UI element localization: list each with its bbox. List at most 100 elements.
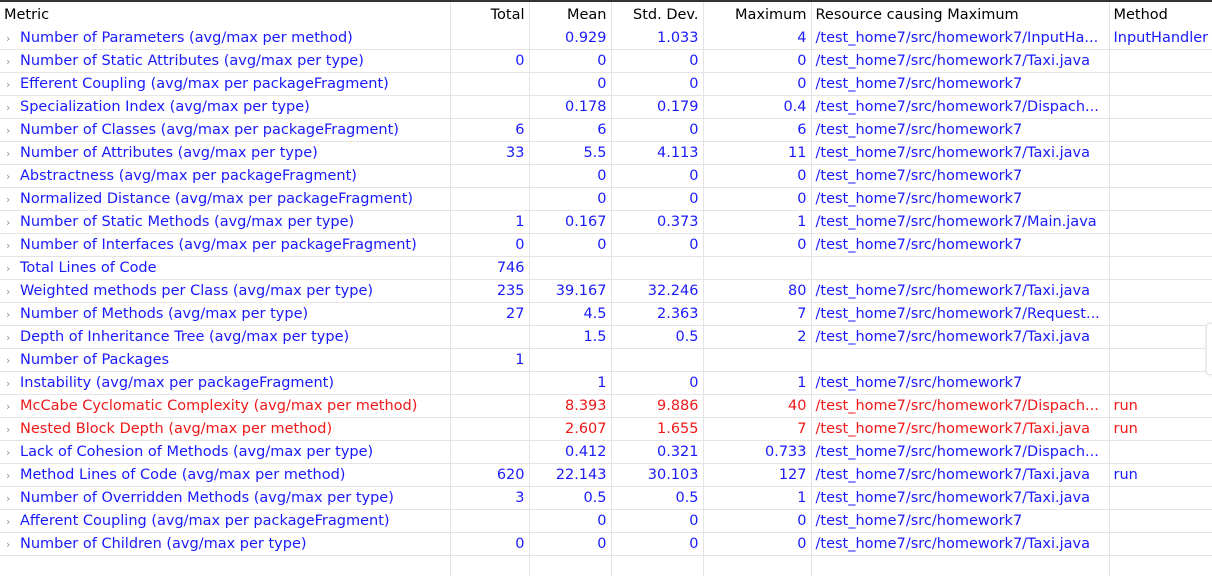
table-row[interactable]: ›Lack of Cohesion of Methods (avg/max pe… — [0, 441, 1212, 464]
chevron-right-icon[interactable]: › — [6, 377, 20, 390]
chevron-right-icon[interactable]: › — [6, 193, 20, 206]
metric-cell-text: Number of Parameters (avg/max per method… — [20, 30, 353, 46]
col-header-total[interactable]: Total — [450, 2, 529, 27]
metric-cell-text: Normalized Distance (avg/max per package… — [20, 191, 413, 207]
total-cell — [450, 165, 529, 188]
total-cell — [450, 395, 529, 418]
resource-cell-text: /test_home7/src/homework7/Taxi.java — [816, 536, 1091, 552]
chevron-right-icon[interactable]: › — [6, 469, 20, 482]
total-cell: 0 — [450, 50, 529, 73]
chevron-right-icon[interactable]: › — [6, 101, 20, 114]
table-row[interactable]: ›Number of Attributes (avg/max per type)… — [0, 142, 1212, 165]
chevron-right-icon[interactable]: › — [6, 170, 20, 183]
col-header-metric[interactable]: Metric — [0, 2, 450, 27]
mean-cell-text: 22.143 — [556, 467, 607, 483]
total-cell — [450, 418, 529, 441]
chevron-right-icon[interactable]: › — [6, 308, 20, 321]
table-row[interactable]: ›Number of Static Attributes (avg/max pe… — [0, 50, 1212, 73]
maximum-cell: 0 — [703, 533, 811, 556]
table-row[interactable]: ›Total Lines of Code746 — [0, 257, 1212, 280]
table-row[interactable]: ›Weighted methods per Class (avg/max per… — [0, 280, 1212, 303]
table-row[interactable]: ›Depth of Inheritance Tree (avg/max per … — [0, 326, 1212, 349]
total-cell-text: 27 — [506, 306, 524, 322]
table-row[interactable]: ›Number of Packages1 — [0, 349, 1212, 372]
metric-cell-text: Nested Block Depth (avg/max per method) — [20, 421, 332, 437]
table-row[interactable]: ›Nested Block Depth (avg/max per method)… — [0, 418, 1212, 441]
resource-cell: /test_home7/src/homework7 — [811, 119, 1109, 142]
header-row: Metric Total Mean Std. Dev. Maximum Reso… — [0, 2, 1212, 27]
chevron-right-icon[interactable]: › — [6, 32, 20, 45]
table-row[interactable]: ›Number of Interfaces (avg/max per packa… — [0, 234, 1212, 257]
total-cell — [450, 510, 529, 533]
chevron-right-icon[interactable]: › — [6, 147, 20, 160]
chevron-right-icon[interactable]: › — [6, 446, 20, 459]
chevron-right-icon[interactable]: › — [6, 78, 20, 91]
chevron-right-icon[interactable]: › — [6, 492, 20, 505]
std-dev-cell: 4.113 — [611, 142, 703, 165]
maximum-cell: 0 — [703, 50, 811, 73]
method-cell — [1109, 188, 1212, 211]
metric-cell: ›Depth of Inheritance Tree (avg/max per … — [0, 326, 450, 349]
mean-cell-text: 39.167 — [556, 283, 607, 299]
resource-cell-text: /test_home7/src/homework7/Taxi.java — [816, 467, 1091, 483]
empty-cell — [450, 556, 529, 576]
chevron-right-icon[interactable]: › — [6, 239, 20, 252]
chevron-right-icon[interactable]: › — [6, 331, 20, 344]
mean-cell-text: 0.412 — [565, 444, 607, 460]
metric-cell: ›Efferent Coupling (avg/max per packageF… — [0, 73, 450, 96]
resource-cell-text: /test_home7/src/homework7/Taxi.java — [816, 421, 1091, 437]
chevron-right-icon[interactable]: › — [6, 538, 20, 551]
table-row[interactable]: ›Afferent Coupling (avg/max per packageF… — [0, 510, 1212, 533]
metric-cell-text: Afferent Coupling (avg/max per packageFr… — [20, 513, 390, 529]
resource-cell: /test_home7/src/homework7/Taxi.java — [811, 142, 1109, 165]
mean-cell: 0 — [529, 234, 611, 257]
mean-cell-text: 6 — [597, 122, 606, 138]
table-row[interactable]: ›Efferent Coupling (avg/max per packageF… — [0, 73, 1212, 96]
resource-cell: /test_home7/src/homework7/Taxi.java — [811, 487, 1109, 510]
resource-cell-text: /test_home7/src/homework7 — [816, 237, 1023, 253]
std-dev-cell: 1.033 — [611, 27, 703, 50]
chevron-right-icon[interactable]: › — [6, 354, 20, 367]
table-row[interactable]: ›Number of Static Methods (avg/max per t… — [0, 211, 1212, 234]
col-header-resource[interactable]: Resource causing Maximum — [811, 2, 1109, 27]
mean-cell: 0 — [529, 165, 611, 188]
chevron-right-icon[interactable]: › — [6, 216, 20, 229]
popup-edge — [1206, 323, 1212, 375]
table-row[interactable]: ›Specialization Index (avg/max per type)… — [0, 96, 1212, 119]
table-row[interactable]: ›Normalized Distance (avg/max per packag… — [0, 188, 1212, 211]
resource-cell: /test_home7/src/homework7/InputHa... — [811, 27, 1109, 50]
resource-cell-text: /test_home7/src/homework7 — [816, 375, 1023, 391]
metric-cell: ›Normalized Distance (avg/max per packag… — [0, 188, 450, 211]
chevron-right-icon[interactable]: › — [6, 124, 20, 137]
metric-cell: ›Number of Static Methods (avg/max per t… — [0, 211, 450, 234]
col-header-maximum[interactable]: Maximum — [703, 2, 811, 27]
method-cell — [1109, 119, 1212, 142]
maximum-cell-text: 80 — [788, 283, 806, 299]
table-row[interactable]: ›Method Lines of Code (avg/max per metho… — [0, 464, 1212, 487]
table-row[interactable]: ›Number of Parameters (avg/max per metho… — [0, 27, 1212, 50]
table-row[interactable]: ›Abstractness (avg/max per packageFragme… — [0, 165, 1212, 188]
table-row[interactable]: ›Number of Overridden Methods (avg/max p… — [0, 487, 1212, 510]
chevron-right-icon[interactable]: › — [6, 400, 20, 413]
total-cell-text: 6 — [515, 122, 524, 138]
maximum-cell-text: 0 — [797, 76, 806, 92]
chevron-right-icon[interactable]: › — [6, 55, 20, 68]
resource-cell-text: /test_home7/src/homework7/Dispach... — [816, 99, 1099, 115]
chevron-right-icon[interactable]: › — [6, 285, 20, 298]
mean-cell-text: 0.5 — [583, 490, 606, 506]
table-row[interactable]: ›Instability (avg/max per packageFragmen… — [0, 372, 1212, 395]
mean-cell-text: 2.607 — [565, 421, 607, 437]
table-row[interactable]: ›Number of Methods (avg/max per type)274… — [0, 303, 1212, 326]
maximum-cell-text: 7 — [797, 306, 806, 322]
std-dev-cell: 0.5 — [611, 326, 703, 349]
table-row[interactable]: ›Number of Classes (avg/max per packageF… — [0, 119, 1212, 142]
chevron-right-icon[interactable]: › — [6, 515, 20, 528]
col-header-std-dev[interactable]: Std. Dev. — [611, 2, 703, 27]
chevron-right-icon[interactable]: › — [6, 423, 20, 436]
table-row[interactable]: ›Number of Children (avg/max per type)00… — [0, 533, 1212, 556]
metric-cell: ›Number of Classes (avg/max per packageF… — [0, 119, 450, 142]
chevron-right-icon[interactable]: › — [6, 262, 20, 275]
col-header-mean[interactable]: Mean — [529, 2, 611, 27]
table-row[interactable]: ›McCabe Cyclomatic Complexity (avg/max p… — [0, 395, 1212, 418]
col-header-method[interactable]: Method — [1109, 2, 1212, 27]
